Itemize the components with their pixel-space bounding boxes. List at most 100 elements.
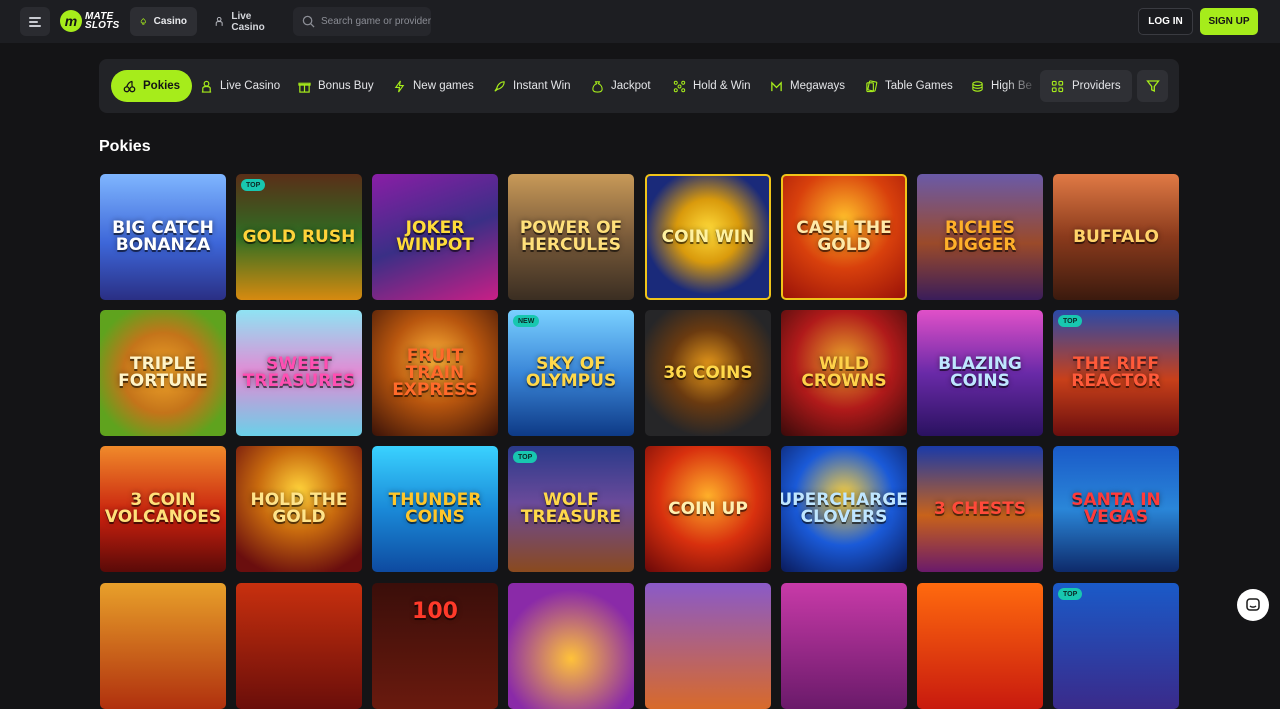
category-pokies[interactable]: Pokies bbox=[111, 70, 193, 102]
category-hold-win[interactable]: Hold & Win bbox=[673, 70, 751, 102]
game-title: 3 Coin Volcanoes bbox=[104, 490, 222, 527]
lightning-icon bbox=[394, 80, 405, 92]
game-tile[interactable]: Blazing Coins bbox=[917, 310, 1043, 436]
menu-button[interactable] bbox=[20, 7, 50, 36]
category-new-games-label: New games bbox=[413, 80, 474, 92]
game-tile[interactable]: Big Catch Bonanza bbox=[100, 174, 226, 300]
game-tile[interactable]: Triple Fortune bbox=[100, 310, 226, 436]
game-tile[interactable]: Coin Up bbox=[645, 446, 771, 572]
game-tile[interactable]: Joker Winpot bbox=[372, 174, 498, 300]
search-input[interactable] bbox=[321, 16, 431, 27]
top-header: m MATE SLOTS Casino Live Casino LOG IN S… bbox=[0, 0, 1280, 43]
game-tile[interactable]: 100 bbox=[372, 583, 498, 709]
category-pokies-label: Pokies bbox=[143, 80, 181, 92]
game-title: Blazing Coins bbox=[938, 354, 1022, 391]
game-tile[interactable]: Power of Hercules bbox=[508, 174, 634, 300]
badge-top: TOP bbox=[1058, 588, 1083, 600]
grid-icon bbox=[1051, 80, 1064, 92]
category-instant-win-label: Instant Win bbox=[513, 80, 571, 92]
game-title: Thunder Coins bbox=[388, 490, 482, 527]
logo[interactable]: m MATE SLOTS bbox=[60, 10, 119, 32]
game-tile[interactable] bbox=[508, 583, 634, 709]
game-tile[interactable] bbox=[236, 583, 362, 709]
category-jackpot[interactable]: Jackpot bbox=[591, 70, 651, 102]
game-tile[interactable] bbox=[917, 583, 1043, 709]
badge-new: NEW bbox=[513, 315, 540, 327]
game-tile[interactable]: TOP bbox=[1053, 583, 1179, 709]
game-title: Sweet Treasures bbox=[242, 354, 356, 391]
search-box[interactable] bbox=[293, 7, 431, 36]
category-hold-win-label: Hold & Win bbox=[693, 80, 751, 92]
gift-icon bbox=[298, 82, 311, 93]
badge-top: TOP bbox=[513, 451, 538, 463]
filter-button[interactable] bbox=[1137, 70, 1168, 102]
game-title: Supercharged Clovers bbox=[781, 490, 907, 527]
game-tile[interactable]: TOP Gold Rush bbox=[236, 174, 362, 300]
game-tile[interactable]: Coin Win bbox=[645, 174, 771, 300]
category-bonus-buy[interactable]: Bonus Buy bbox=[298, 70, 374, 102]
category-instant-win[interactable]: Instant Win bbox=[493, 70, 571, 102]
game-title: Big Catch Bonanza bbox=[112, 218, 214, 255]
game-tile[interactable] bbox=[781, 583, 907, 709]
game-title: Santa in Vegas bbox=[1071, 490, 1161, 527]
game-tile[interactable]: 3 Chests bbox=[917, 446, 1043, 572]
category-live-casino[interactable]: Live Casino bbox=[200, 70, 280, 102]
game-tile[interactable] bbox=[100, 583, 226, 709]
signup-button[interactable]: SIGN UP bbox=[1200, 8, 1258, 35]
moneybag-icon bbox=[592, 80, 603, 93]
category-megaways-label: Megaways bbox=[790, 80, 845, 92]
search-icon bbox=[302, 15, 315, 28]
game-tile[interactable]: Sweet Treasures bbox=[236, 310, 362, 436]
game-tile[interactable]: Buffalo bbox=[1053, 174, 1179, 300]
hamburger-icon bbox=[29, 17, 41, 27]
game-tile[interactable]: Wild Crowns bbox=[781, 310, 907, 436]
game-title: The Riff Reactor bbox=[1071, 354, 1161, 391]
chat-button[interactable] bbox=[1237, 589, 1269, 621]
game-title: Fruit Train Express bbox=[392, 345, 478, 400]
tab-live-casino[interactable]: Live Casino bbox=[204, 7, 286, 36]
category-table-games[interactable]: Table Games bbox=[865, 70, 953, 102]
game-tile[interactable]: Fruit Train Express bbox=[372, 310, 498, 436]
tab-live-casino-label: Live Casino bbox=[231, 10, 265, 33]
game-title: Coin Win bbox=[661, 226, 755, 247]
logo-bottom-text: SLOTS bbox=[85, 20, 120, 31]
megaways-icon bbox=[771, 80, 782, 91]
game-tile[interactable]: Santa in Vegas bbox=[1053, 446, 1179, 572]
providers-label: Providers bbox=[1072, 80, 1121, 92]
tab-casino[interactable]: Casino bbox=[130, 7, 197, 36]
providers-button[interactable]: Providers bbox=[1040, 70, 1132, 102]
logo-mark-icon: m bbox=[60, 10, 82, 32]
rocket-icon bbox=[494, 80, 505, 92]
game-title: Riches Digger bbox=[943, 218, 1017, 255]
game-tile[interactable]: TOP Wolf Treasure bbox=[508, 446, 634, 572]
category-new-games[interactable]: New games bbox=[393, 70, 474, 102]
game-tile[interactable]: 3 Coin Volcanoes bbox=[100, 446, 226, 572]
game-tile[interactable]: TOP The Riff Reactor bbox=[1053, 310, 1179, 436]
game-tile[interactable]: 36 Coins bbox=[645, 310, 771, 436]
game-tile[interactable] bbox=[645, 583, 771, 709]
game-title: 36 Coins bbox=[663, 362, 753, 383]
game-tile[interactable]: Thunder Coins bbox=[372, 446, 498, 572]
game-title: 100 bbox=[412, 599, 458, 624]
category-table-games-label: Table Games bbox=[885, 80, 953, 92]
dots-grid-icon bbox=[673, 80, 686, 92]
game-title: Triple Fortune bbox=[118, 354, 208, 391]
spade-icon bbox=[140, 18, 146, 25]
game-tile[interactable]: Riches Digger bbox=[917, 174, 1043, 300]
category-jackpot-label: Jackpot bbox=[611, 80, 651, 92]
chat-icon bbox=[1246, 598, 1260, 611]
game-tile[interactable]: Supercharged Clovers bbox=[781, 446, 907, 572]
login-button[interactable]: LOG IN bbox=[1138, 8, 1193, 35]
dealer-icon bbox=[215, 16, 223, 26]
game-tile[interactable]: NEW Sky of Olympus bbox=[508, 310, 634, 436]
game-tile[interactable]: Hold the Gold bbox=[236, 446, 362, 572]
chips-icon bbox=[972, 80, 983, 92]
tab-casino-label: Casino bbox=[153, 16, 187, 27]
category-fade bbox=[1005, 59, 1040, 113]
category-megaways[interactable]: Megaways bbox=[770, 70, 845, 102]
game-title: Coin Up bbox=[668, 498, 748, 519]
dealer-icon bbox=[201, 80, 212, 93]
game-tile[interactable]: Cash the Gold bbox=[781, 174, 907, 300]
game-title: Sky of Olympus bbox=[525, 354, 617, 391]
game-title: Wolf Treasure bbox=[520, 490, 622, 527]
